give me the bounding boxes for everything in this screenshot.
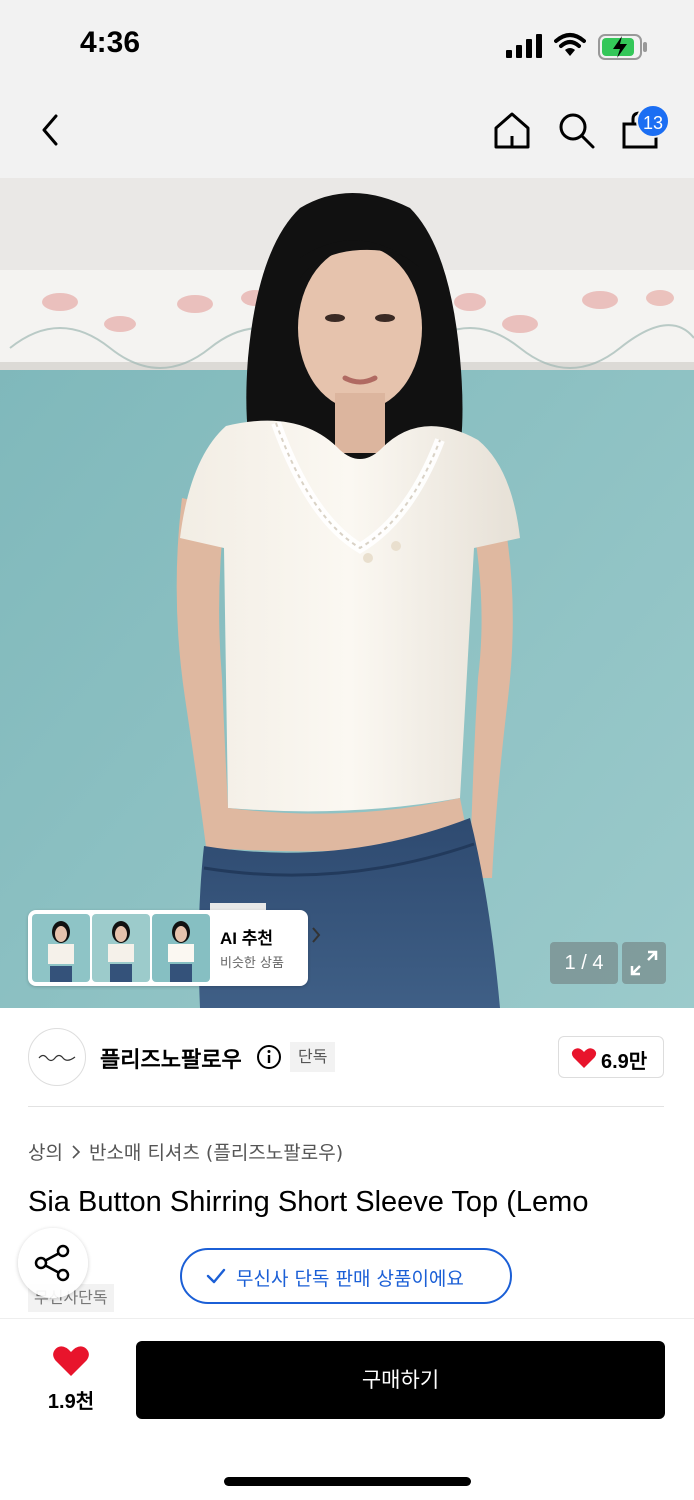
- back-icon[interactable]: [36, 110, 66, 150]
- share-button[interactable]: [18, 1228, 88, 1298]
- search-icon[interactable]: [556, 110, 596, 150]
- status-bar: 4:36: [0, 0, 694, 90]
- expand-image-button[interactable]: [622, 942, 666, 984]
- ai-recommendation-subtitle: 비슷한 상품: [220, 956, 284, 971]
- signal-icon: [506, 34, 542, 58]
- chevron-right-icon: [72, 1145, 81, 1159]
- brand-logo[interactable]: [28, 1028, 86, 1086]
- divider: [28, 1106, 664, 1107]
- breadcrumb-subcategory[interactable]: 반소매 티셔츠 (플리즈노팔로우): [89, 1142, 343, 1164]
- product-title: Sia Button Shirring Short Sleeve Top (Le…: [28, 1186, 589, 1218]
- exclusive-badge: 단독: [290, 1042, 336, 1072]
- wishlist-heart-icon[interactable]: [52, 1345, 90, 1377]
- buy-button[interactable]: 구매하기: [136, 1341, 665, 1419]
- ai-recommendation-title: AI 추천: [220, 929, 274, 948]
- expand-icon: [630, 950, 658, 976]
- share-icon: [34, 1244, 70, 1282]
- info-icon[interactable]: [256, 1044, 282, 1070]
- bottom-action-bar: 1.9천 구매하기: [0, 1318, 694, 1500]
- brand-like-count: 6.9만: [601, 1051, 648, 1073]
- brand-name[interactable]: 플리즈노팔로우: [100, 1042, 242, 1074]
- wifi-icon: [554, 33, 586, 56]
- home-indicator: [224, 1477, 471, 1486]
- brand-like-button[interactable]: 6.9만: [558, 1036, 664, 1078]
- ai-thumb-3[interactable]: [152, 914, 210, 982]
- breadcrumb-category[interactable]: 상의: [28, 1142, 63, 1164]
- ai-recommendation-card[interactable]: AI 추천 비슷한 상품: [28, 910, 321, 986]
- home-icon[interactable]: [492, 110, 532, 150]
- heart-icon: [571, 1048, 597, 1068]
- ai-thumb-2[interactable]: [92, 914, 150, 982]
- nav-bar: 13: [0, 90, 694, 178]
- exclusive-notice-text: 무신사 단독 판매 상품이에요: [236, 1268, 464, 1290]
- cart-count-badge: 13: [636, 104, 670, 138]
- check-icon: [206, 1268, 226, 1284]
- product-image[interactable]: [0, 178, 694, 1008]
- exclusive-notice-pill: 무신사 단독 판매 상품이에요: [180, 1248, 512, 1304]
- wishlist-count: 1.9천: [47, 1391, 95, 1413]
- status-time: 4:36: [80, 26, 141, 59]
- image-page-indicator: 1 / 4: [550, 942, 618, 984]
- ai-thumb-1[interactable]: [32, 914, 90, 982]
- chevron-right-icon: [312, 927, 321, 943]
- battery-icon: [598, 34, 647, 60]
- breadcrumb: 상의 반소매 티셔츠 (플리즈노팔로우): [28, 1138, 343, 1165]
- brand-row: 플리즈노팔로우 단독 6.9만: [0, 1008, 694, 1108]
